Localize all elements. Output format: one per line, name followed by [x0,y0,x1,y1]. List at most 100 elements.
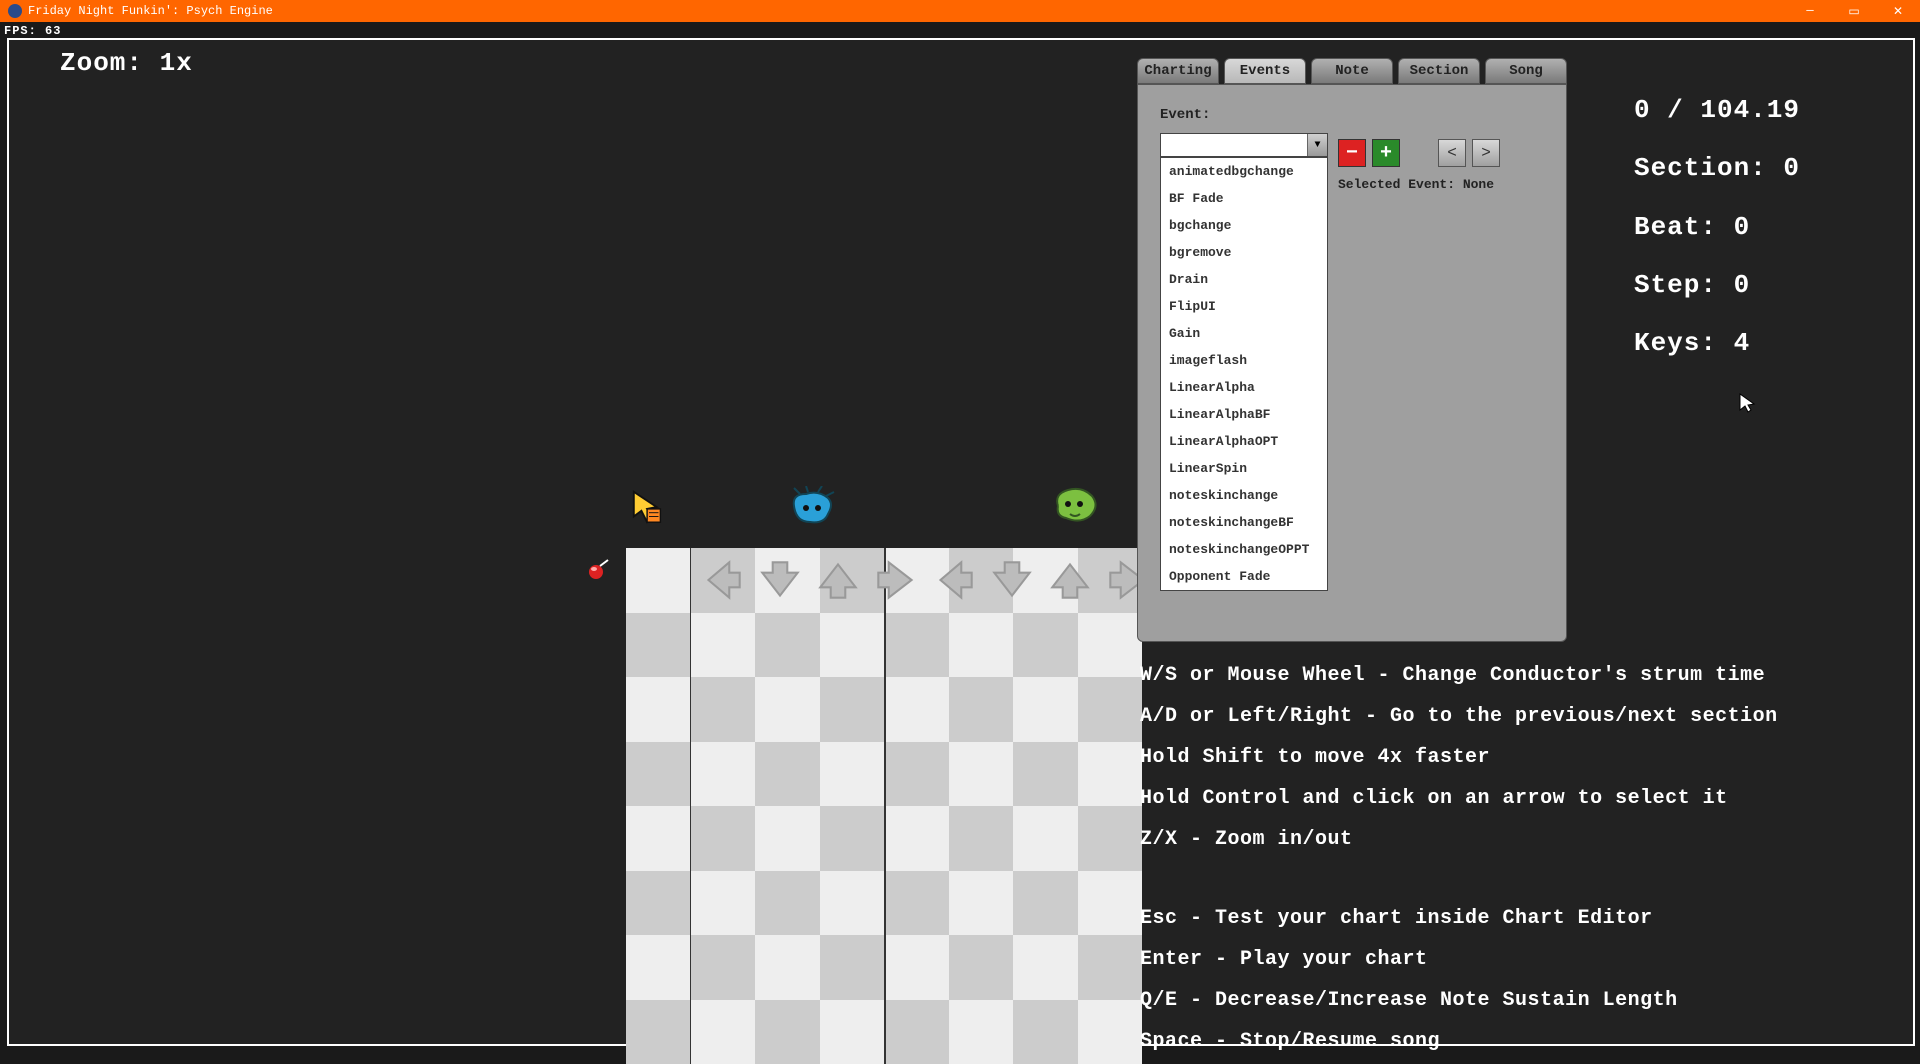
grid-cell[interactable] [884,806,949,871]
grid-cell[interactable] [820,806,885,871]
grid-cell[interactable] [1013,613,1078,678]
grid-cell[interactable] [755,677,820,742]
player-head-icon [788,486,836,528]
event-dropdown-list[interactable]: animatedbgchangeBF FadebgchangebgremoveD… [1160,157,1328,591]
grid-cell[interactable] [884,613,949,678]
grid-cell[interactable] [691,806,756,871]
grid-cell[interactable] [691,613,756,678]
grid-cell[interactable] [1013,871,1078,936]
event-dropdown-option[interactable]: FlipUI [1161,293,1327,320]
grid-cell[interactable] [755,871,820,936]
grid-cell[interactable] [820,1000,885,1064]
grid-cell[interactable] [820,935,885,1000]
grid-cell[interactable] [1078,742,1143,807]
event-dropdown-option[interactable]: Drain [1161,266,1327,293]
grid-cell[interactable] [1078,677,1143,742]
tab-events[interactable]: Events [1224,58,1306,84]
tab-section[interactable]: Section [1398,58,1480,84]
next-event-button[interactable]: > [1472,139,1500,167]
dropdown-chevron-icon[interactable]: ▼ [1307,134,1327,156]
event-dropdown-option[interactable]: bgchange [1161,212,1327,239]
event-dropdown-option[interactable]: Opponent Fade [1161,563,1327,590]
event-dropdown[interactable]: ▼ [1160,133,1328,157]
grid-cell[interactable] [949,613,1014,678]
grid-cell[interactable] [1013,935,1078,1000]
grid-cell[interactable] [626,613,691,678]
arrow-up-icon [1042,552,1098,608]
grid-cell[interactable] [949,1000,1014,1064]
event-dropdown-option[interactable]: bgremove [1161,239,1327,266]
grid-cell[interactable] [755,613,820,678]
event-dropdown-option[interactable]: LinearAlpha [1161,374,1327,401]
close-button[interactable]: ✕ [1876,0,1920,22]
grid-cell[interactable] [820,871,885,936]
editor-tabs-panel: Charting Events Note Section Song Event:… [1137,58,1567,642]
grid-cell[interactable] [1078,1000,1143,1064]
grid-cell[interactable] [1013,677,1078,742]
help-line: Esc - Test your chart inside Chart Edito… [1140,899,1778,938]
grid-cell[interactable] [949,677,1014,742]
grid-cell[interactable] [884,935,949,1000]
grid-cell[interactable] [691,742,756,807]
grid-cell[interactable] [1078,613,1143,678]
grid-cell[interactable] [949,806,1014,871]
grid-cell[interactable] [626,806,691,871]
grid-cell[interactable] [949,871,1014,936]
event-dropdown-option[interactable]: noteskinchangeOPPT [1161,536,1327,563]
grid-cell[interactable] [626,742,691,807]
tab-note[interactable]: Note [1311,58,1393,84]
grid-divider-center [884,548,886,1064]
grid-cell[interactable] [691,871,756,936]
grid-cell[interactable] [755,806,820,871]
tab-song[interactable]: Song [1485,58,1567,84]
tab-charting[interactable]: Charting [1137,58,1219,84]
event-dropdown-option[interactable]: noteskinchangeBF [1161,509,1327,536]
add-event-button[interactable]: + [1372,139,1400,167]
remove-event-button[interactable]: − [1338,139,1366,167]
grid-cell[interactable] [1013,806,1078,871]
minimize-button[interactable]: ─ [1788,0,1832,22]
event-dropdown-option[interactable]: BF Fade [1161,185,1327,212]
stat-step: Step: 0 [1634,265,1800,305]
grid-cell[interactable] [884,677,949,742]
grid-cell[interactable] [755,742,820,807]
event-dropdown-option[interactable]: LinearSpin [1161,455,1327,482]
grid-cell[interactable] [626,1000,691,1064]
grid-cell[interactable] [626,677,691,742]
grid-cell[interactable] [1078,871,1143,936]
grid-cell[interactable] [755,935,820,1000]
event-dropdown-option[interactable]: imageflash [1161,347,1327,374]
chart-grid[interactable]: // build checkerboard BEFORE other child… [626,548,1142,1064]
help-line: Hold Shift to move 4x faster [1140,738,1778,777]
grid-cell[interactable] [820,677,885,742]
editor-cursor-icon [630,488,668,526]
maximize-button[interactable]: ▭ [1832,0,1876,22]
event-dropdown-option[interactable]: noteskinchange [1161,482,1327,509]
grid-cell[interactable] [755,1000,820,1064]
grid-cell[interactable] [691,677,756,742]
arrow-left-icon [694,552,750,608]
grid-cell[interactable] [820,742,885,807]
grid-cell[interactable] [691,935,756,1000]
grid-cell[interactable] [1078,935,1143,1000]
grid-cell[interactable] [884,871,949,936]
grid-cell[interactable] [884,1000,949,1064]
prev-event-button[interactable]: < [1438,139,1466,167]
event-dropdown-option[interactable]: LinearAlphaBF [1161,401,1327,428]
grid-cell[interactable] [1013,742,1078,807]
event-dropdown-option[interactable]: Gain [1161,320,1327,347]
grid-cell[interactable] [691,1000,756,1064]
event-dropdown-option[interactable]: LinearAlphaOPT [1161,428,1327,455]
grid-cell[interactable] [949,935,1014,1000]
grid-cell[interactable] [626,935,691,1000]
grid-divider-left [690,548,691,1064]
grid-cell[interactable] [626,871,691,936]
grid-cell[interactable] [1013,1000,1078,1064]
grid-cell[interactable] [884,742,949,807]
grid-cell[interactable] [949,742,1014,807]
help-line: Z/X - Zoom in/out [1140,820,1778,859]
grid-cell[interactable] [1078,806,1143,871]
grid-cell[interactable] [820,613,885,678]
event-dropdown-option[interactable]: animatedbgchange [1161,158,1327,185]
grid-cell[interactable] [626,548,691,613]
